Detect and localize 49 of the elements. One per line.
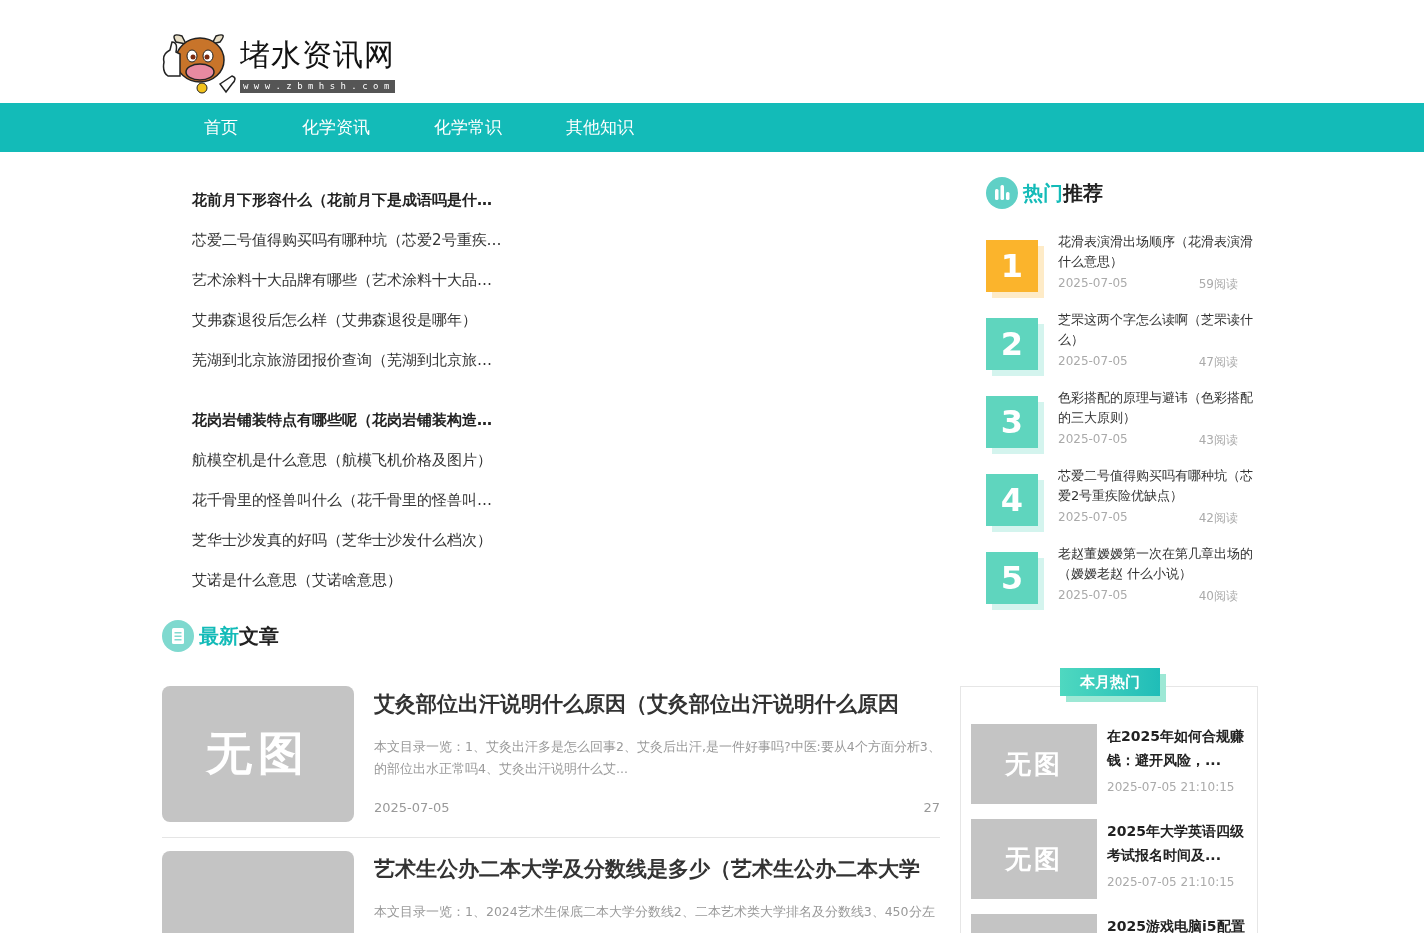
article-date: 2025-07-05 21:10:15 (1107, 875, 1236, 889)
article-link[interactable]: 艺术涂料十大品牌有哪些（艺术涂料十大品… (192, 260, 940, 300)
article-title[interactable]: 2025年大学英语四级考试报名时间及... (1107, 819, 1247, 867)
article-link[interactable]: 花岗岩铺装特点有哪些呢（花岗岩铺装构造… (192, 400, 940, 440)
article-link[interactable]: 花前月下形容什么（花前月下是成语吗是什… (192, 180, 940, 220)
article-title[interactable]: 艾灸部位出汗说明什么原因（艾灸部位出汗说明什么原因 (374, 690, 940, 718)
article-excerpt: 的部位出水正常吗4、艾灸出汗说明什么艾... (374, 760, 629, 778)
article-link[interactable]: 老赵董嫒嫒第一次在第几章出场的（嫒嫒老赵 什么小说） (1058, 544, 1258, 584)
article-link[interactable]: 芯爱二号值得购买吗有哪种坑（芯爱2号重疾… (192, 220, 940, 260)
article-date: 2025-07-05 (374, 800, 450, 815)
rank-badge: 1 (986, 240, 1038, 292)
article-link[interactable]: 色彩搭配的原理与避讳（色彩搭配的三大原则） (1058, 388, 1258, 428)
article-date: 2025-07-05 (1058, 276, 1128, 292)
view-count: 27 (923, 800, 940, 815)
article-title[interactable]: 2025游戏电脑i5配置 (1107, 914, 1247, 933)
article-date: 2025-07-05 (1058, 432, 1128, 448)
article-link[interactable]: 艾诺是什么意思（艾诺啥意思） (192, 560, 940, 600)
no-image-label: 无图 (206, 725, 310, 782)
rank-badge: 4 (986, 474, 1038, 526)
view-count: 59阅读 (1198, 276, 1238, 293)
article-link[interactable]: 芝罘这两个字怎么读啊（芝罘读什么） (1058, 310, 1258, 350)
article-date: 2025-07-05 (1058, 588, 1128, 604)
section-title: 最新文章 (199, 622, 279, 650)
article-link[interactable]: 花滑表演滑出场顺序（花滑表演滑什么意思） (1058, 232, 1258, 272)
article-title[interactable]: 艺术生公办二本大学及分数线是多少（艺术生公办二本大学 (374, 855, 940, 883)
article-date: 2025-07-05 21:10:15 (1107, 780, 1236, 794)
site-name: 堵水资讯网 (240, 36, 395, 74)
article-link[interactable]: 芝华士沙发真的好吗（芝华士沙发什么档次） (192, 520, 940, 560)
site-domain: w w w . z b m h s h . c o m (240, 80, 395, 93)
article-title[interactable]: 在2025年如何合规赚钱：避开风险，... (1107, 724, 1247, 772)
view-count: 47阅读 (1198, 354, 1238, 371)
rank-badge: 5 (986, 552, 1038, 604)
article-link[interactable]: 航模空机是什么意思（航模飞机价格及图片） (192, 440, 940, 480)
article-date: 2025-07-05 (1058, 354, 1128, 370)
view-count: 40阅读 (1198, 588, 1238, 605)
view-count: 42阅读 (1198, 510, 1238, 527)
no-image-label: 无图 (1005, 747, 1063, 781)
article-link[interactable]: 芯爱二号值得购买吗有哪种坑（芯爱2号重疾险优缺点） (1058, 466, 1258, 506)
article-date: 2025-07-05 (1058, 510, 1128, 526)
rank-badge: 2 (986, 318, 1038, 370)
section-title: 热门推荐 (1023, 179, 1103, 207)
article-link[interactable]: 花千骨里的怪兽叫什么（花千骨里的怪兽叫… (192, 480, 940, 520)
document-icon (162, 620, 194, 652)
bar-chart-icon (986, 177, 1018, 209)
no-image-label: 无图 (1005, 842, 1063, 876)
article-link[interactable]: 芜湖到北京旅游团报价查询（芜湖到北京旅… (192, 340, 940, 380)
article-link[interactable]: 艾弗森退役后怎么样（艾弗森退役是哪年） (192, 300, 940, 340)
view-count: 43阅读 (1198, 432, 1238, 449)
rank-badge: 3 (986, 396, 1038, 448)
